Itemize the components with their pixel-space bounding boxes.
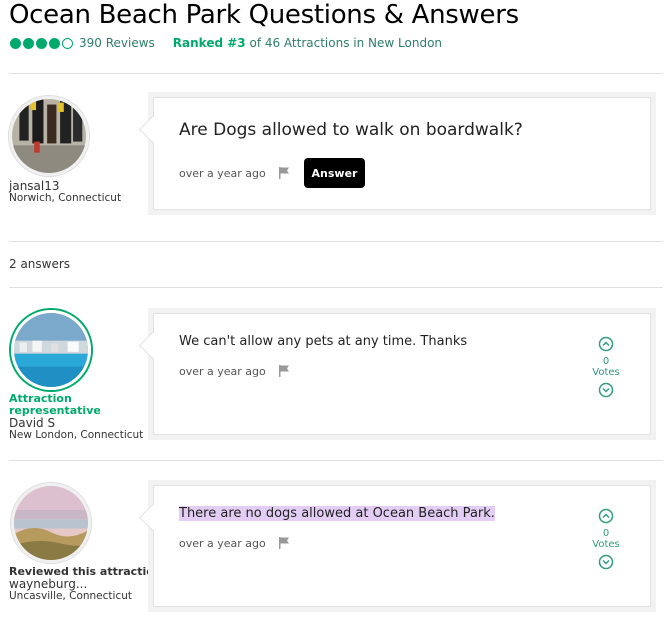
bubble-icon	[10, 37, 21, 49]
answers-count: 2 answers	[9, 257, 71, 271]
question-time: over a year ago	[179, 166, 266, 180]
question-meta: over a year ago	[179, 166, 290, 180]
upvote-icon[interactable]	[598, 336, 614, 352]
bubble-icon	[23, 37, 34, 49]
speech-notch	[139, 332, 166, 359]
divider	[9, 241, 663, 242]
user-location: New London, Connecticut	[9, 429, 144, 441]
answer-time: over a year ago	[179, 364, 266, 378]
answer-card: We can't allow any pets at any time. Tha…	[139, 313, 651, 435]
answer-meta: over a year ago	[179, 536, 290, 550]
runner-photo-icon	[12, 99, 86, 173]
flag-icon[interactable]	[278, 536, 290, 550]
speech-notch	[139, 504, 166, 531]
avatar[interactable]	[11, 310, 91, 390]
answer-time: over a year ago	[179, 536, 266, 550]
user-location: Norwich, Connecticut	[9, 192, 122, 204]
username[interactable]: David S	[9, 417, 143, 429]
answer-button[interactable]: Answer	[304, 158, 365, 188]
vote-label: Votes	[592, 367, 620, 378]
reviews-link[interactable]: 390 Reviews	[79, 36, 155, 50]
vote-label: Votes	[592, 539, 620, 550]
question-text: Are Dogs allowed to walk on boardwalk?	[179, 120, 523, 140]
avatar[interactable]	[11, 483, 91, 563]
bubble-empty-icon	[62, 37, 73, 49]
downvote-icon[interactable]	[598, 382, 614, 398]
avatar[interactable]	[9, 96, 89, 176]
ranking-suffix: of 46 Attractions in New London	[245, 36, 443, 50]
ranking-link[interactable]: Ranked #3 of 46 Attractions in New Londo…	[173, 36, 442, 50]
rep-badge: Attraction representative	[9, 392, 101, 417]
page-title: Ocean Beach Park Questions & Answers	[9, 0, 519, 30]
question-card: Are Dogs allowed to walk on boardwalk? o…	[139, 97, 651, 210]
vote-widget: 0 Votes	[584, 508, 628, 570]
beach-photo-icon	[14, 313, 88, 387]
username[interactable]: wayneburg...	[9, 578, 162, 590]
sunset-photo-icon	[14, 486, 88, 560]
bubble-icon	[36, 37, 47, 49]
vote-widget: 0 Votes	[584, 336, 628, 398]
divider	[9, 460, 663, 461]
question-user: jansal13 Norwich, Connecticut	[9, 180, 121, 204]
vote-count: 0	[602, 528, 610, 539]
ranking-prefix: Ranked	[172, 36, 228, 50]
vote-count: 0	[602, 356, 610, 367]
divider	[9, 287, 663, 288]
answer-card: There are no dogs allowed at Ocean Beach…	[139, 485, 651, 607]
flag-icon[interactable]	[278, 166, 290, 180]
bubble-icon	[49, 37, 60, 49]
answer-text: We can't allow any pets at any time. Tha…	[179, 334, 468, 349]
answer-user: Reviewed this attraction wayneburg... Un…	[9, 566, 162, 603]
answer-text: There are no dogs allowed at Ocean Beach…	[179, 506, 495, 521]
user-location: Uncasville, Connecticut	[9, 590, 132, 602]
answer-user: Attraction representative David S New Lo…	[9, 392, 144, 442]
rating-bubbles	[10, 37, 73, 49]
upvote-icon[interactable]	[598, 508, 614, 524]
username[interactable]: jansal13	[9, 180, 121, 192]
downvote-icon[interactable]	[598, 554, 614, 570]
flag-icon[interactable]	[278, 364, 290, 378]
ranking-number: #3	[227, 36, 246, 50]
divider	[9, 73, 663, 74]
answer-meta: over a year ago	[179, 364, 290, 378]
speech-notch	[139, 116, 166, 143]
rating-line: 390 Reviews Ranked #3 of 46 Attractions …	[10, 35, 442, 51]
